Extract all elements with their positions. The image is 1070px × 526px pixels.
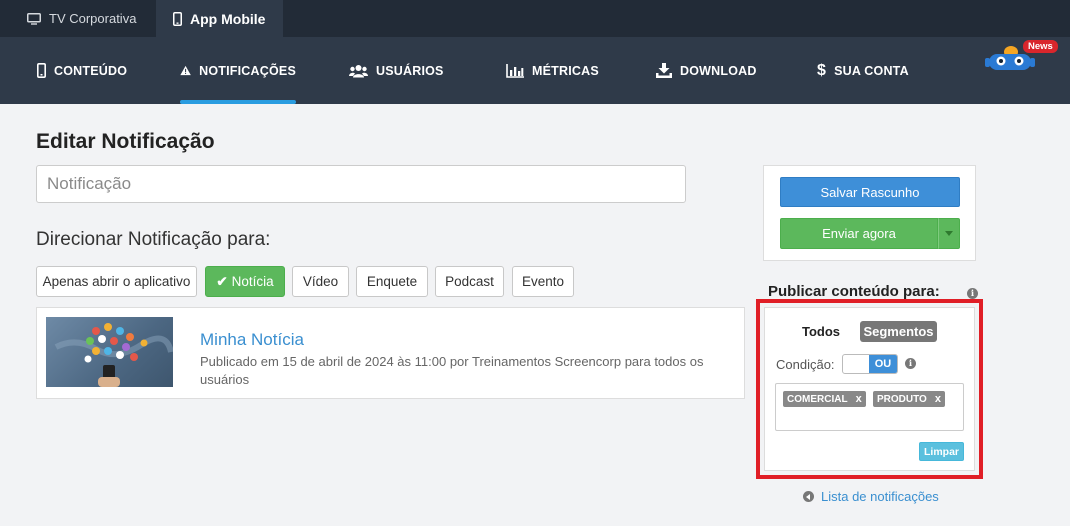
type-apenas-abrir-button[interactable]: Apenas abrir o aplicativo	[36, 266, 197, 297]
nav-item-metricas[interactable]: MÉTRICAS	[506, 37, 599, 104]
nav-item-download[interactable]: DOWNLOAD	[656, 37, 757, 104]
nav-label: CONTEÚDO	[54, 63, 128, 78]
tag-remove-icon[interactable]: x	[935, 393, 941, 405]
monitor-icon	[27, 12, 41, 25]
list-link-label: Lista de notificações	[821, 489, 939, 504]
notification-title-input[interactable]	[36, 165, 686, 203]
chevron-down-icon	[945, 231, 953, 236]
save-draft-button[interactable]: Salvar Rascunho	[780, 177, 960, 207]
actions-box: Salvar Rascunho Enviar agora	[763, 165, 976, 261]
tab-tv-corporativa[interactable]: TV Corporativa	[27, 0, 136, 37]
segment-tags-input[interactable]: COMERCIAL x PRODUTO x	[775, 383, 964, 431]
condition-toggle[interactable]: OU	[842, 354, 898, 374]
users-icon	[349, 64, 368, 77]
send-now-button[interactable]: Enviar agora	[780, 218, 938, 249]
nav-label: NOTIFICAÇÕES	[199, 63, 296, 78]
mobile-icon	[37, 63, 46, 78]
nav-label: DOWNLOAD	[680, 63, 757, 78]
page-title: Editar Notificação	[36, 130, 215, 153]
nav-label: MÉTRICAS	[532, 63, 599, 78]
tag-label: PRODUTO	[877, 393, 927, 405]
check-icon: ✔	[216, 273, 228, 289]
tag-produto: PRODUTO x	[873, 391, 945, 407]
content-meta: Publicado em 15 de abril de 2024 às 11:0…	[200, 354, 704, 387]
tag-remove-icon[interactable]: x	[856, 393, 862, 405]
mobile-icon	[173, 11, 182, 26]
nav-label: USUÁRIOS	[376, 63, 444, 78]
info-icon[interactable]: i	[967, 288, 978, 299]
condition-label: Condição:	[776, 357, 835, 372]
tab-label: App Mobile	[190, 10, 266, 27]
direct-label: Direcionar Notificação para:	[36, 229, 271, 250]
nav-item-conteudo[interactable]: CONTEÚDO	[37, 37, 127, 104]
warning-icon	[180, 65, 191, 76]
download-icon	[656, 63, 672, 78]
option-todos[interactable]: Todos	[802, 324, 840, 339]
notification-list-link[interactable]: Lista de notificações	[803, 489, 939, 504]
publish-title: Publicar conteúdo para:	[768, 283, 940, 300]
bar-chart-icon	[506, 63, 524, 78]
condition-value: OU	[869, 355, 897, 373]
info-icon[interactable]: i	[905, 358, 916, 369]
type-enquete-button[interactable]: Enquete	[356, 266, 428, 297]
type-noticia-button[interactable]: ✔ Notícia	[205, 266, 285, 297]
tag-label: COMERCIAL	[787, 393, 848, 405]
clear-button[interactable]: Limpar	[919, 442, 964, 461]
type-evento-button[interactable]: Evento	[512, 266, 574, 297]
nav-label: SUA CONTA	[834, 63, 909, 78]
news-badge[interactable]: News	[1023, 40, 1058, 53]
nav-item-notificacoes[interactable]: NOTIFICAÇÕES	[180, 37, 296, 104]
nav-item-usuarios[interactable]: USUÁRIOS	[349, 37, 444, 104]
chevron-left-icon	[803, 491, 814, 502]
send-options-dropdown[interactable]	[938, 218, 960, 249]
dollar-icon: $	[817, 61, 827, 79]
option-segmentos[interactable]: Segmentos	[860, 321, 937, 342]
tab-app-mobile[interactable]: App Mobile	[156, 0, 283, 37]
tag-comercial: COMERCIAL x	[783, 391, 866, 407]
nav-item-sua-conta[interactable]: $ SUA CONTA	[817, 37, 909, 104]
type-podcast-button[interactable]: Podcast	[435, 266, 504, 297]
tab-label: TV Corporativa	[49, 11, 137, 26]
type-video-button[interactable]: Vídeo	[292, 266, 349, 297]
type-label: Notícia	[231, 274, 274, 289]
content-thumbnail	[46, 317, 173, 387]
selected-content-card[interactable]: Minha Notícia Publicado em 15 de abril d…	[36, 307, 745, 399]
content-title[interactable]: Minha Notícia	[200, 330, 304, 350]
